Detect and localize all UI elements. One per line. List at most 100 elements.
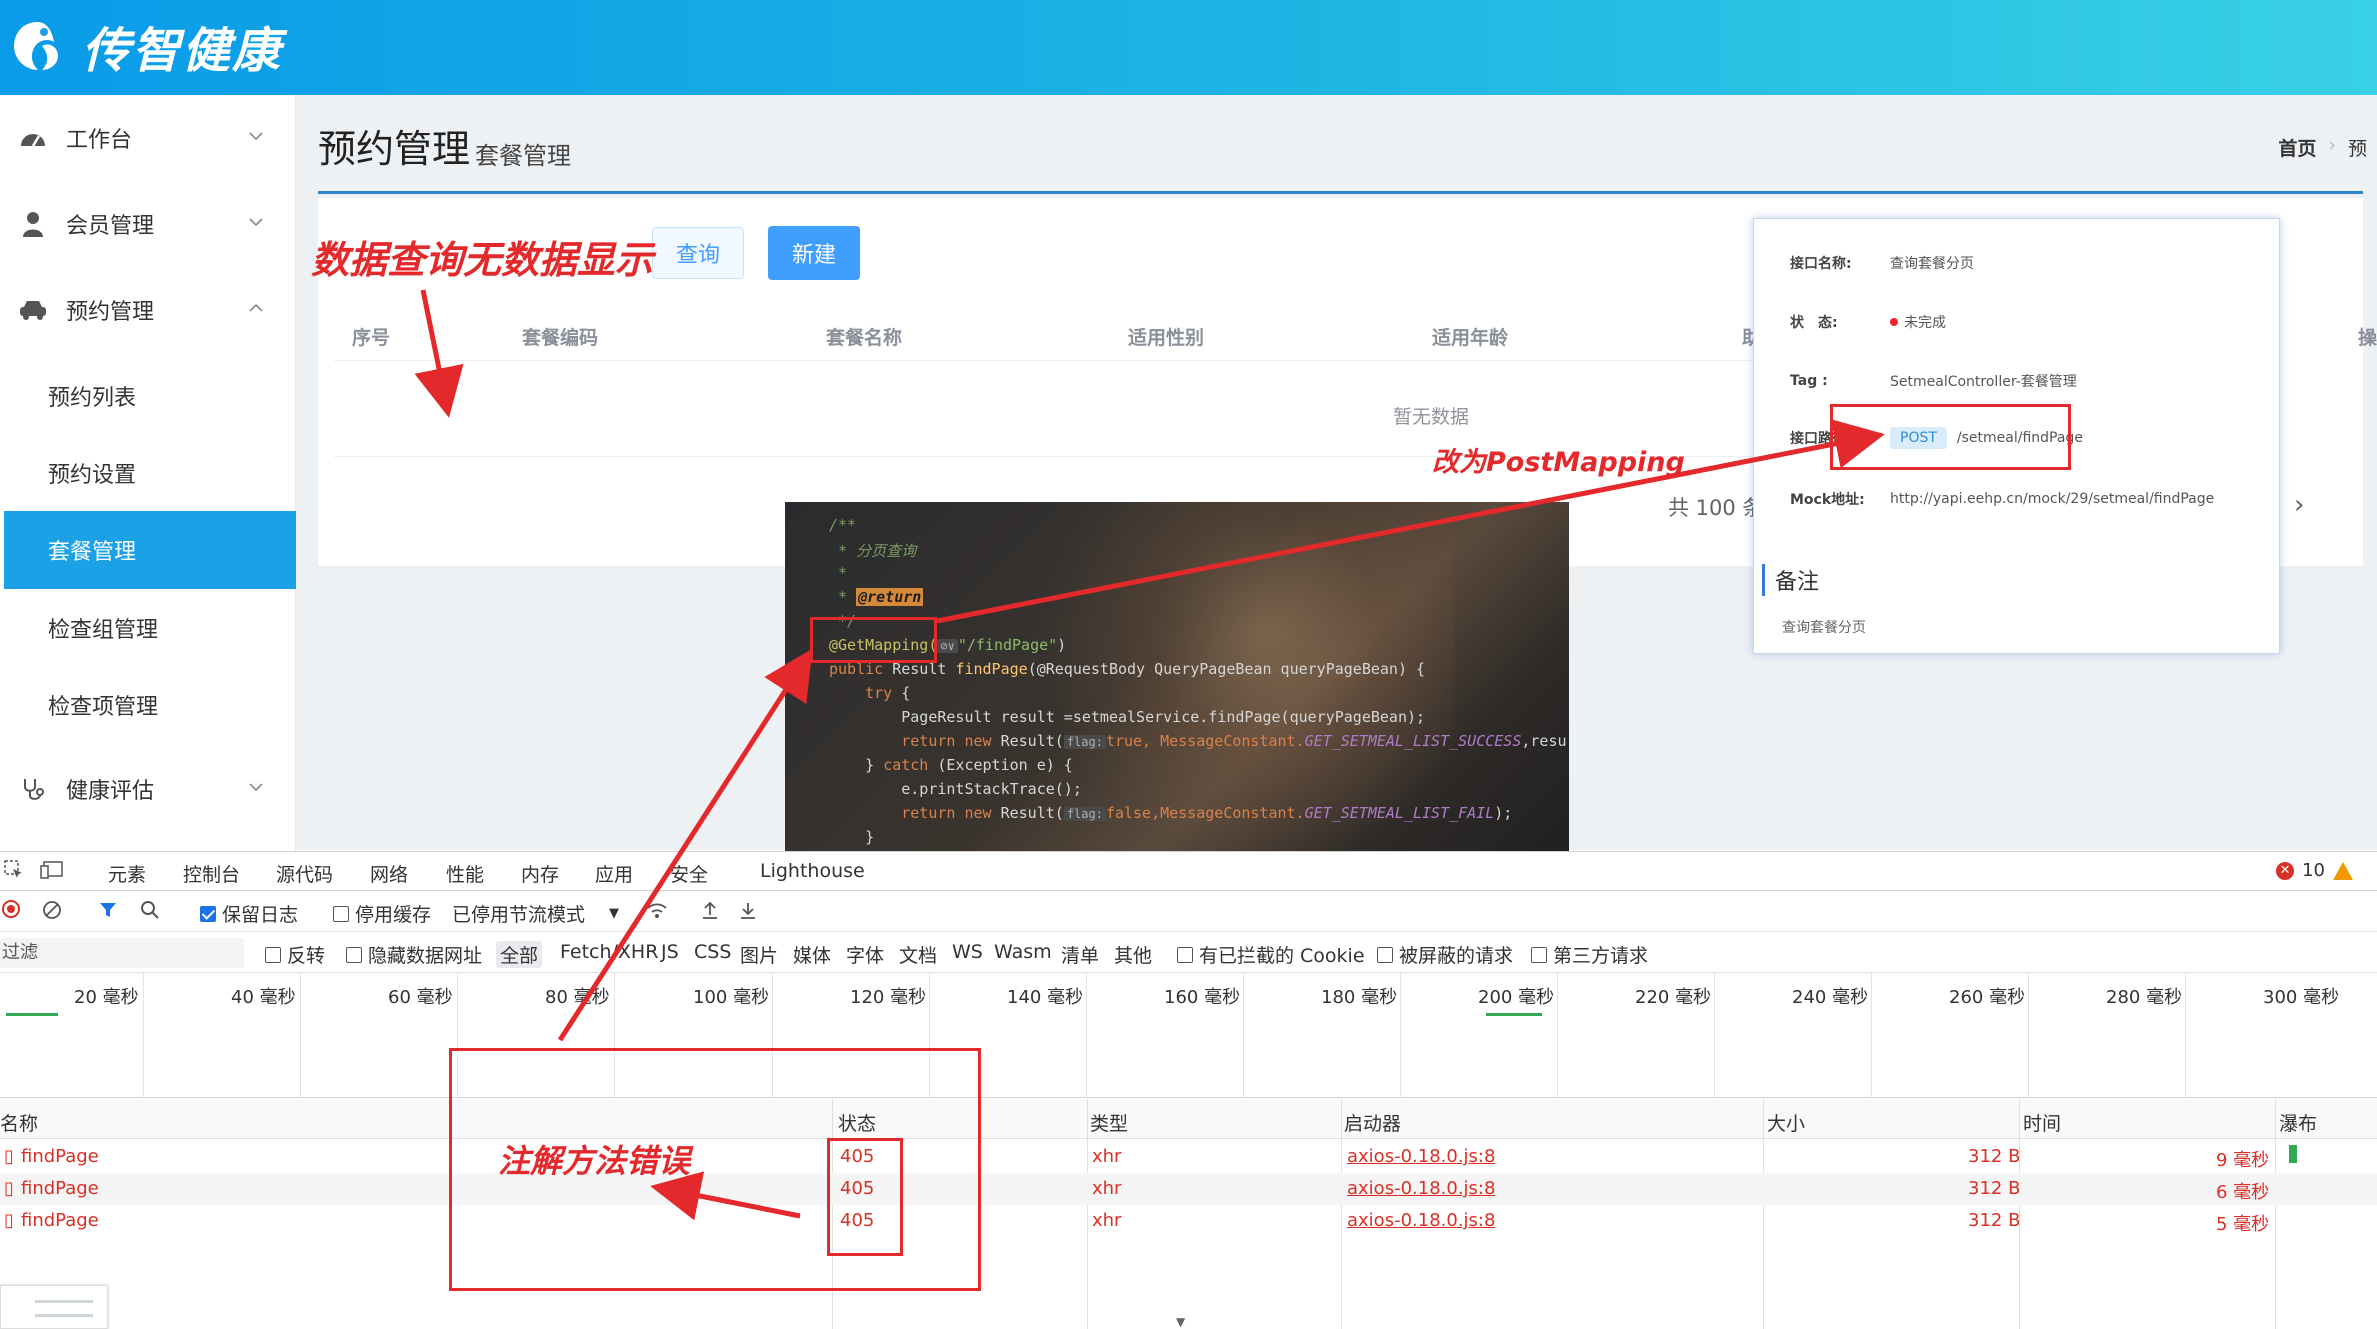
type-filter-wasm[interactable]: Wasm bbox=[994, 941, 1052, 963]
tab-lighthouse[interactable]: Lighthouse bbox=[760, 860, 865, 882]
sidebar-item-appointment-settings[interactable]: 预约设置 bbox=[4, 434, 296, 512]
blocked-requests-checkbox[interactable]: 被屏蔽的请求 bbox=[1377, 941, 1513, 968]
code-line: * 分页查询 bbox=[829, 542, 917, 560]
thumbnail-preview bbox=[0, 1285, 108, 1329]
column-header-time[interactable]: 时间 bbox=[2023, 1109, 2061, 1136]
tab-memory[interactable]: 内存 bbox=[521, 860, 559, 887]
code-token: true, MessageConstant. bbox=[1105, 732, 1305, 750]
code-token: ,resu bbox=[1521, 732, 1567, 750]
search-icon[interactable] bbox=[140, 900, 160, 920]
code-token: (@RequestBody QueryPageBean queryPageBea… bbox=[1027, 660, 1426, 678]
type-filter-ws[interactable]: WS bbox=[952, 941, 983, 963]
sidebar-item-members[interactable]: 会员管理 bbox=[4, 185, 296, 263]
type-filter-xhr[interactable]: Fetch/XHR bbox=[560, 941, 658, 963]
scroll-down-icon[interactable]: ▼ bbox=[1176, 1315, 1185, 1329]
import-har-icon[interactable] bbox=[700, 900, 720, 920]
request-initiator[interactable]: axios-0.18.0.js:8 bbox=[1347, 1146, 1495, 1167]
type-filter-media[interactable]: 媒体 bbox=[793, 941, 831, 968]
timeline-gridline bbox=[1557, 973, 1558, 1098]
app-logo[interactable]: 传智健康 bbox=[8, 8, 282, 83]
table-row[interactable]: ▯ findPage 405 xhr axios-0.18.0.js:8 312… bbox=[0, 1173, 2377, 1205]
type-filter-css[interactable]: CSS bbox=[694, 941, 731, 963]
clear-icon[interactable] bbox=[42, 900, 62, 920]
column-header-type[interactable]: 类型 bbox=[1090, 1109, 1128, 1136]
request-doc-icon: ▯ bbox=[4, 1210, 14, 1231]
request-size: 312 B bbox=[1968, 1178, 2021, 1199]
hide-data-urls-label: 隐藏数据网址 bbox=[368, 945, 483, 967]
third-party-label: 第三方请求 bbox=[1553, 945, 1649, 967]
tab-console[interactable]: 控制台 bbox=[183, 860, 240, 887]
filter-input[interactable]: 过滤 bbox=[0, 938, 244, 968]
request-doc-icon: ▯ bbox=[4, 1178, 14, 1199]
type-filter-js[interactable]: JS bbox=[661, 941, 679, 963]
api-mock-link[interactable]: http://yapi.eehp.cn/mock/29/setmeal/find… bbox=[1890, 491, 2214, 507]
timeline-gridline bbox=[2185, 973, 2186, 1098]
tab-elements[interactable]: 元素 bbox=[108, 860, 146, 887]
third-party-checkbox[interactable]: 第三方请求 bbox=[1531, 941, 1648, 968]
sidebar-item-appointment-list[interactable]: 预约列表 bbox=[4, 357, 296, 435]
request-type: xhr bbox=[1092, 1178, 1122, 1199]
sidebar-item-checkgroup[interactable]: 检查组管理 bbox=[4, 589, 296, 667]
code-line: /** bbox=[829, 516, 857, 534]
tab-application[interactable]: 应用 bbox=[595, 860, 633, 887]
sidebar-item-checkitem[interactable]: 检查项管理 bbox=[4, 666, 296, 744]
throttle-select[interactable]: 已停用节流模式 ▼ bbox=[452, 900, 619, 927]
network-timeline[interactable]: 20 毫秒 40 毫秒 60 毫秒 80 毫秒 100 毫秒 120 毫秒 14… bbox=[0, 973, 2377, 1098]
export-har-icon[interactable] bbox=[738, 900, 758, 920]
request-initiator[interactable]: axios-0.18.0.js:8 bbox=[1347, 1178, 1495, 1199]
blocked-requests-label: 被屏蔽的请求 bbox=[1399, 945, 1514, 967]
tab-security[interactable]: 安全 bbox=[670, 860, 708, 887]
column-header-waterfall[interactable]: 瀑布 bbox=[2279, 1109, 2317, 1136]
table-row[interactable]: ▯ findPage 405 xhr axios-0.18.0.js:8 312… bbox=[0, 1205, 2377, 1237]
column-header-size[interactable]: 大小 bbox=[1767, 1109, 1805, 1136]
error-count: 10 bbox=[2302, 860, 2325, 881]
type-filter-other[interactable]: 其他 bbox=[1114, 941, 1152, 968]
timeline-tick: 220 毫秒 bbox=[1635, 987, 1712, 1008]
sidebar-item-label: 工作台 bbox=[66, 128, 133, 153]
blocked-cookies-checkbox[interactable]: 有已拦截的 Cookie bbox=[1177, 941, 1365, 968]
type-filter-manifest[interactable]: 清单 bbox=[1061, 941, 1099, 968]
code-line: return new Result(flag: false,MessageCons… bbox=[829, 804, 1512, 822]
chevron-down-icon bbox=[249, 218, 263, 227]
type-filter-doc[interactable]: 文档 bbox=[899, 941, 937, 968]
new-button[interactable]: 新建 bbox=[768, 226, 860, 280]
hide-data-urls-checkbox[interactable]: 隐藏数据网址 bbox=[346, 941, 482, 968]
sidebar-item-health-assessment[interactable]: 健康评估 bbox=[4, 750, 296, 828]
network-conditions-icon[interactable] bbox=[646, 900, 668, 920]
error-counter[interactable]: ✕ 10 bbox=[2276, 860, 2353, 881]
tab-sources[interactable]: 源代码 bbox=[276, 860, 333, 887]
type-filter-font[interactable]: 字体 bbox=[846, 941, 884, 968]
breadcrumb-current: 预 bbox=[2347, 138, 2367, 160]
query-button[interactable]: 查询 bbox=[652, 227, 744, 279]
breadcrumb-home[interactable]: 首页 bbox=[2278, 134, 2316, 161]
filter-icon[interactable] bbox=[98, 900, 118, 920]
column-header-name[interactable]: 名称 bbox=[0, 1109, 38, 1136]
table-row[interactable]: ▯ findPage 405 xhr axios-0.18.0.js:8 312… bbox=[0, 1141, 2377, 1173]
chevron-down-icon bbox=[249, 132, 263, 141]
api-tag-value: SetmealController-套餐管理 bbox=[1890, 374, 2077, 390]
sidebar-item-workbench[interactable]: 工作台 bbox=[4, 99, 296, 177]
timeline-tick: 100 毫秒 bbox=[693, 987, 770, 1008]
type-filter-img[interactable]: 图片 bbox=[740, 941, 778, 968]
code-line: } bbox=[829, 828, 875, 846]
code-keyword: return new bbox=[829, 732, 992, 750]
tab-network[interactable]: 网络 bbox=[370, 860, 409, 895]
timeline-tick: 280 毫秒 bbox=[2106, 987, 2183, 1008]
disable-cache-checkbox[interactable]: 停用缓存 bbox=[333, 900, 431, 927]
sidebar-item-setmeal[interactable]: 套餐管理 bbox=[4, 511, 296, 589]
request-name: findPage bbox=[21, 1146, 99, 1167]
request-initiator[interactable]: axios-0.18.0.js:8 bbox=[1347, 1210, 1495, 1231]
checkbox-icon bbox=[1377, 946, 1393, 963]
sidebar-item-appointments[interactable]: 预约管理 bbox=[4, 271, 296, 349]
column-header-initiator[interactable]: 启动器 bbox=[1344, 1109, 1401, 1136]
api-name-label: 接口名称: bbox=[1790, 256, 1852, 272]
record-icon[interactable] bbox=[2, 900, 20, 918]
tab-performance[interactable]: 性能 bbox=[446, 860, 484, 887]
invert-checkbox[interactable]: 反转 bbox=[265, 941, 325, 968]
preserve-log-label: 保留日志 bbox=[222, 904, 299, 926]
device-toggle-icon[interactable] bbox=[40, 860, 64, 885]
pagination-next-icon[interactable]: › bbox=[2294, 490, 2304, 520]
inspect-element-icon[interactable] bbox=[4, 860, 24, 885]
type-filter-all[interactable]: 全部 bbox=[496, 941, 543, 968]
preserve-log-checkbox[interactable]: 保留日志 bbox=[200, 900, 298, 927]
